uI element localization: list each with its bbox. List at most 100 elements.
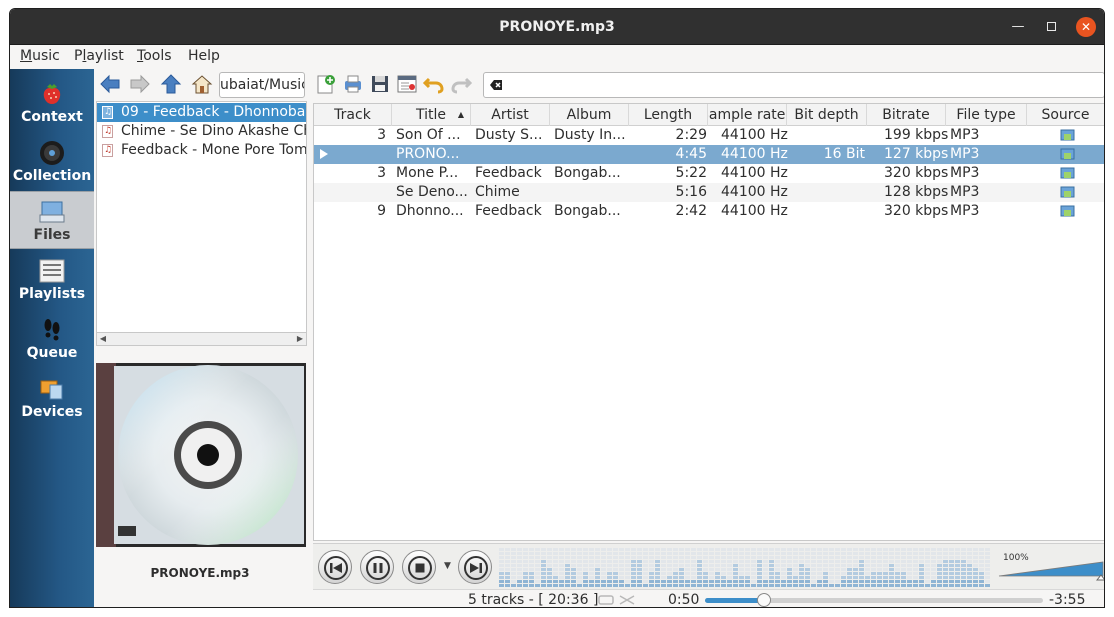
footprints-icon [44,319,60,341]
cell-samplerate: 44100 Hz [721,146,788,162]
tab-files[interactable]: Files [10,191,94,249]
cell-album [554,183,626,202]
menu-help[interactable]: Help [188,48,220,64]
cell-bitdepth [787,164,865,183]
spectrum-analyzer[interactable] [499,547,992,589]
column-header-title[interactable]: Title ▲ [392,104,471,126]
home-icon[interactable] [190,73,214,95]
menu-tools[interactable]: Tools [137,48,172,64]
minimize-button[interactable]: — [1008,17,1028,37]
cell-length: 2:42 [675,203,707,219]
tab-context[interactable]: Context [10,74,94,132]
seek-handle[interactable] [757,593,772,607]
cell-bitrate: 127 kbps [884,146,948,162]
tab-queue[interactable]: Queue [10,310,94,368]
filesystem-source-icon [1060,186,1075,198]
cell-bitrate: 320 kbps [884,203,948,219]
column-header-length[interactable]: Length [629,104,708,126]
menu-music[interactable]: Music [20,48,60,64]
file-item[interactable]: Feedback - Mone Pore Toma [97,141,306,160]
column-header-bit-depth[interactable]: Bit depth [787,104,867,126]
cell-bitdepth [787,183,865,202]
clear-search-icon[interactable] [488,77,504,93]
seek-slider[interactable] [705,593,1043,607]
playlist-header: Track Title ▲ Artist Album Length Sample … [314,104,1104,126]
column-header-album[interactable]: Album [550,104,629,126]
next-track-button[interactable] [458,550,492,584]
cell-filetype: MP3 [950,127,980,143]
cell-album: Dusty In... [554,127,626,143]
cell-length: 5:22 [675,165,707,181]
next-icon [464,556,488,580]
forward-arrow-icon[interactable] [128,73,152,95]
playlist-icon [39,259,65,283]
audio-file-icon [102,141,113,160]
playlist-search-input[interactable] [483,72,1104,98]
column-header-file-type[interactable]: File type [946,104,1027,126]
column-header-source[interactable]: Source [1027,104,1104,126]
maximize-icon [1046,22,1056,31]
previous-track-button[interactable] [318,550,352,584]
cell-samplerate: 44100 Hz [721,127,788,143]
seek-progress [705,598,765,603]
scroll-right-icon[interactable]: ▶ [294,333,306,345]
scroll-left-icon[interactable]: ◀ [97,333,109,345]
cell-album [554,145,626,164]
file-nav-bar: ubaiat/Music [95,69,307,99]
column-header-artist[interactable]: Artist [471,104,550,126]
tab-collection[interactable]: Collection [10,133,94,191]
album-art-caption: PRONOYE.mp3 [150,566,250,580]
playlist-row[interactable]: 3 Mone P... Feedback Bongab... 5:22 44100 Hz 3… [314,164,1104,183]
playlist-row-playing[interactable]: PRONO... 4:45 44100 Hz 16 Bit 127 kbps MP3 [314,145,1104,164]
cell-filetype: MP3 [950,146,980,162]
volume-slider[interactable]: 100% [997,550,1105,584]
cell-length: 2:29 [675,127,707,143]
track-count: 5 tracks - [ 20:36 ] [468,592,599,608]
filesystem-source-icon [1060,129,1075,141]
cell-filetype: MP3 [950,165,980,181]
playlist-manager-icon[interactable] [396,73,418,95]
shuffle-icon[interactable] [619,595,635,605]
close-button[interactable]: ✕ [1076,17,1096,37]
new-playlist-icon[interactable] [315,73,337,95]
playlist-row[interactable]: 3 Son Of ... Dusty S... Dusty In... 2:29 4410… [314,126,1104,145]
playlist-toolbar [313,69,1104,99]
cell-bitdepth [787,202,865,221]
cell-album: Bongab... [554,165,621,181]
cell-artist: Feedback [475,165,542,181]
sidebar: Context Collection Files Playlists Queue… [10,69,94,607]
up-arrow-icon[interactable] [159,73,183,95]
file-list-scrollbar[interactable]: ◀ ▶ [96,332,307,346]
pause-icon [366,556,390,580]
menu-playlist[interactable]: Playlist [74,48,124,64]
column-header-sample-rate[interactable]: Sample rate [708,104,787,126]
save-icon[interactable] [369,73,391,95]
cell-title: Mone P... [396,165,459,181]
back-arrow-icon[interactable] [98,73,122,95]
redo-icon[interactable] [450,73,472,95]
cell-bitrate: 199 kbps [884,127,948,143]
repeat-icon[interactable] [598,595,614,605]
column-header-track[interactable]: Track [314,104,392,126]
file-item[interactable]: 09 - Feedback - Dhonnobad [97,103,306,122]
cell-artist: Feedback [475,203,542,219]
cell-artist: Chime [475,184,520,200]
cell-bitrate: 128 kbps [884,184,948,200]
cell-bitdepth: 16 Bit [823,146,865,162]
stop-menu-chevron-icon[interactable]: ▼ [444,561,451,571]
maximize-button[interactable] [1041,17,1061,37]
stop-icon [408,556,432,580]
column-header-bitrate[interactable]: Bitrate [867,104,946,126]
file-list: 09 - Feedback - Dhonnobad Chime - Se Din… [96,101,307,339]
path-input[interactable]: ubaiat/Music [219,72,305,98]
tab-label: Context [21,109,83,125]
tab-playlists[interactable]: Playlists [10,251,94,309]
print-icon[interactable] [342,73,364,95]
tab-devices[interactable]: Devices [10,369,94,427]
file-item[interactable]: Chime - Se Dino Akashe Chi [97,122,306,141]
stop-button[interactable] [402,550,436,584]
pause-button[interactable] [360,550,394,584]
undo-icon[interactable] [423,73,445,95]
playlist-row[interactable]: 9 Dhonno... Feedback Bongab... 2:42 44100 Hz 3… [314,202,1104,221]
playlist-row[interactable]: Se Deno... Chime 5:16 44100 Hz 128 kbps MP3 [314,183,1104,202]
